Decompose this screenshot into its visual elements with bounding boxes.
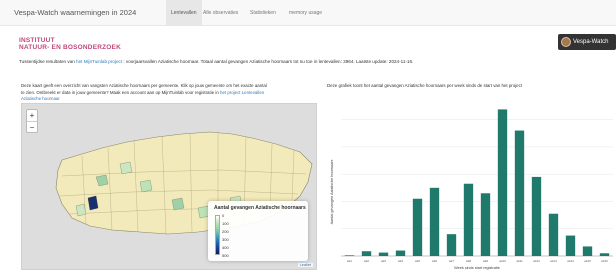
chart-x-tick-label: wk13 (550, 259, 557, 263)
chart-bar[interactable] (361, 251, 372, 256)
vespa-watch-label: Vespa-Watch (573, 39, 609, 45)
chart-x-tick-label: wk15 (584, 259, 591, 263)
vespa-watch-button[interactable]: Vespa-Watch (558, 34, 616, 50)
chart-grid (341, 119, 613, 257)
legend-gradient (215, 215, 220, 255)
chart-x-tick-label: wk11 (516, 259, 523, 263)
chart-y-axis-label: Aantal gevangen Aziatische hoornaars (330, 160, 334, 225)
legend-tick: 300 (222, 237, 229, 242)
zoom-control: + − (26, 109, 38, 133)
legend-tick: 200 (222, 229, 229, 234)
weekly-catch-chart: wk1 wk2 wk3 wk4 wk5 wk6 wk7 wk8 wk9 wk10 wk11 wk12 w… (327, 100, 616, 271)
chart-bar[interactable] (412, 198, 423, 256)
chart-x-tick-label: wk5 (415, 259, 420, 263)
app-title[interactable]: Vespa-Watch waarnemingen in 2024 (14, 8, 136, 17)
map-legend: Aantal gevangen Aziatische hoornaars 0 1… (208, 201, 308, 261)
aziatische-hoornaar-link[interactable]: Aziatische hoornaar (21, 96, 321, 103)
leaflet-attribution[interactable]: Leaflet (297, 263, 313, 267)
legend-tick: 100 (222, 221, 229, 226)
logo-line1: INSTITUUT (19, 37, 55, 44)
chart-svg: wk1 wk2 wk3 wk4 wk5 wk6 wk7 wk8 wk9 wk10 wk11 wk12 w… (330, 109, 613, 270)
chart-bar[interactable] (429, 187, 440, 256)
chart-labels: wk1 wk2 wk3 wk4 wk5 wk6 wk7 wk8 wk9 wk10 wk11 wk12 w… (347, 259, 608, 263)
chart-x-tick-label: wk16 (601, 259, 608, 263)
chart-bar[interactable] (599, 253, 610, 256)
tab-lentevallen[interactable]: Lentevallen (166, 0, 202, 26)
zoom-in-button[interactable]: + (27, 110, 37, 121)
chart-x-tick-label: wk1 (347, 259, 352, 263)
chart-x-tick-label: wk14 (567, 259, 574, 263)
navbar: Vespa-Watch waarnemingen in 2024 Lenteva… (0, 0, 616, 26)
chart-bar[interactable] (565, 235, 576, 256)
legend-tick: 0 (222, 213, 225, 218)
lentevallen-project-link[interactable]: het project Lentevallen (220, 90, 264, 95)
chart-bar[interactable] (480, 193, 491, 256)
chart-bar[interactable] (344, 255, 355, 256)
tab-statistieken[interactable]: Statistieken (245, 0, 281, 26)
chart-bar[interactable] (514, 130, 525, 256)
chart-bar[interactable] (497, 109, 508, 256)
chart-x-tick-label: wk10 (499, 259, 506, 263)
legend-tick: 500 (222, 253, 229, 258)
chart-bar[interactable] (582, 246, 593, 256)
chart-bar[interactable] (531, 176, 542, 256)
tab-alle-observaties[interactable]: Alle observaties (198, 0, 243, 26)
chart-x-tick-label: wk12 (533, 259, 540, 263)
map-description: Deze kaart geeft een overzicht van vangs… (21, 83, 321, 103)
chart-bar[interactable] (395, 250, 406, 256)
chart-bars (344, 109, 610, 256)
chart-x-tick-label: wk6 (432, 259, 437, 263)
chart-x-tick-label: wk9 (483, 259, 488, 263)
chart-bar[interactable] (378, 252, 389, 256)
legend-title: Aantal gevangen Aziatische hoornaars (214, 205, 306, 211)
chart-x-tick-label: wk4 (398, 259, 403, 263)
chart-x-tick-label: wk2 (364, 259, 369, 263)
logo-line2: NATUUR- EN BOSONDERZOEK (19, 44, 121, 51)
chart-bar[interactable] (548, 213, 559, 256)
tab-memory-usage[interactable]: memory usage (284, 0, 327, 26)
zoom-out-button[interactable]: − (27, 121, 37, 132)
chart-description: Deze grafiek toont het aantal gevangen A… (327, 83, 523, 88)
chart-x-tick-label: wk8 (466, 259, 471, 263)
mijntuinlab-link[interactable]: het MijnTuinlab project (76, 59, 122, 64)
map[interactable]: + − Aantal gevangen Aziatische hoornaars… (21, 103, 317, 270)
chart-x-axis-label: Week sinds start registratie (454, 266, 500, 270)
chart-bar[interactable] (446, 234, 457, 256)
chart-x-tick-label: wk3 (381, 259, 386, 263)
chart-bar[interactable] (463, 183, 474, 256)
legend-tick: 400 (222, 245, 229, 250)
intro-text: Tussentijdse resultaten van het MijnTuin… (19, 59, 414, 64)
chart-x-tick-label: wk7 (449, 259, 454, 263)
vespa-avatar-icon (561, 37, 571, 47)
